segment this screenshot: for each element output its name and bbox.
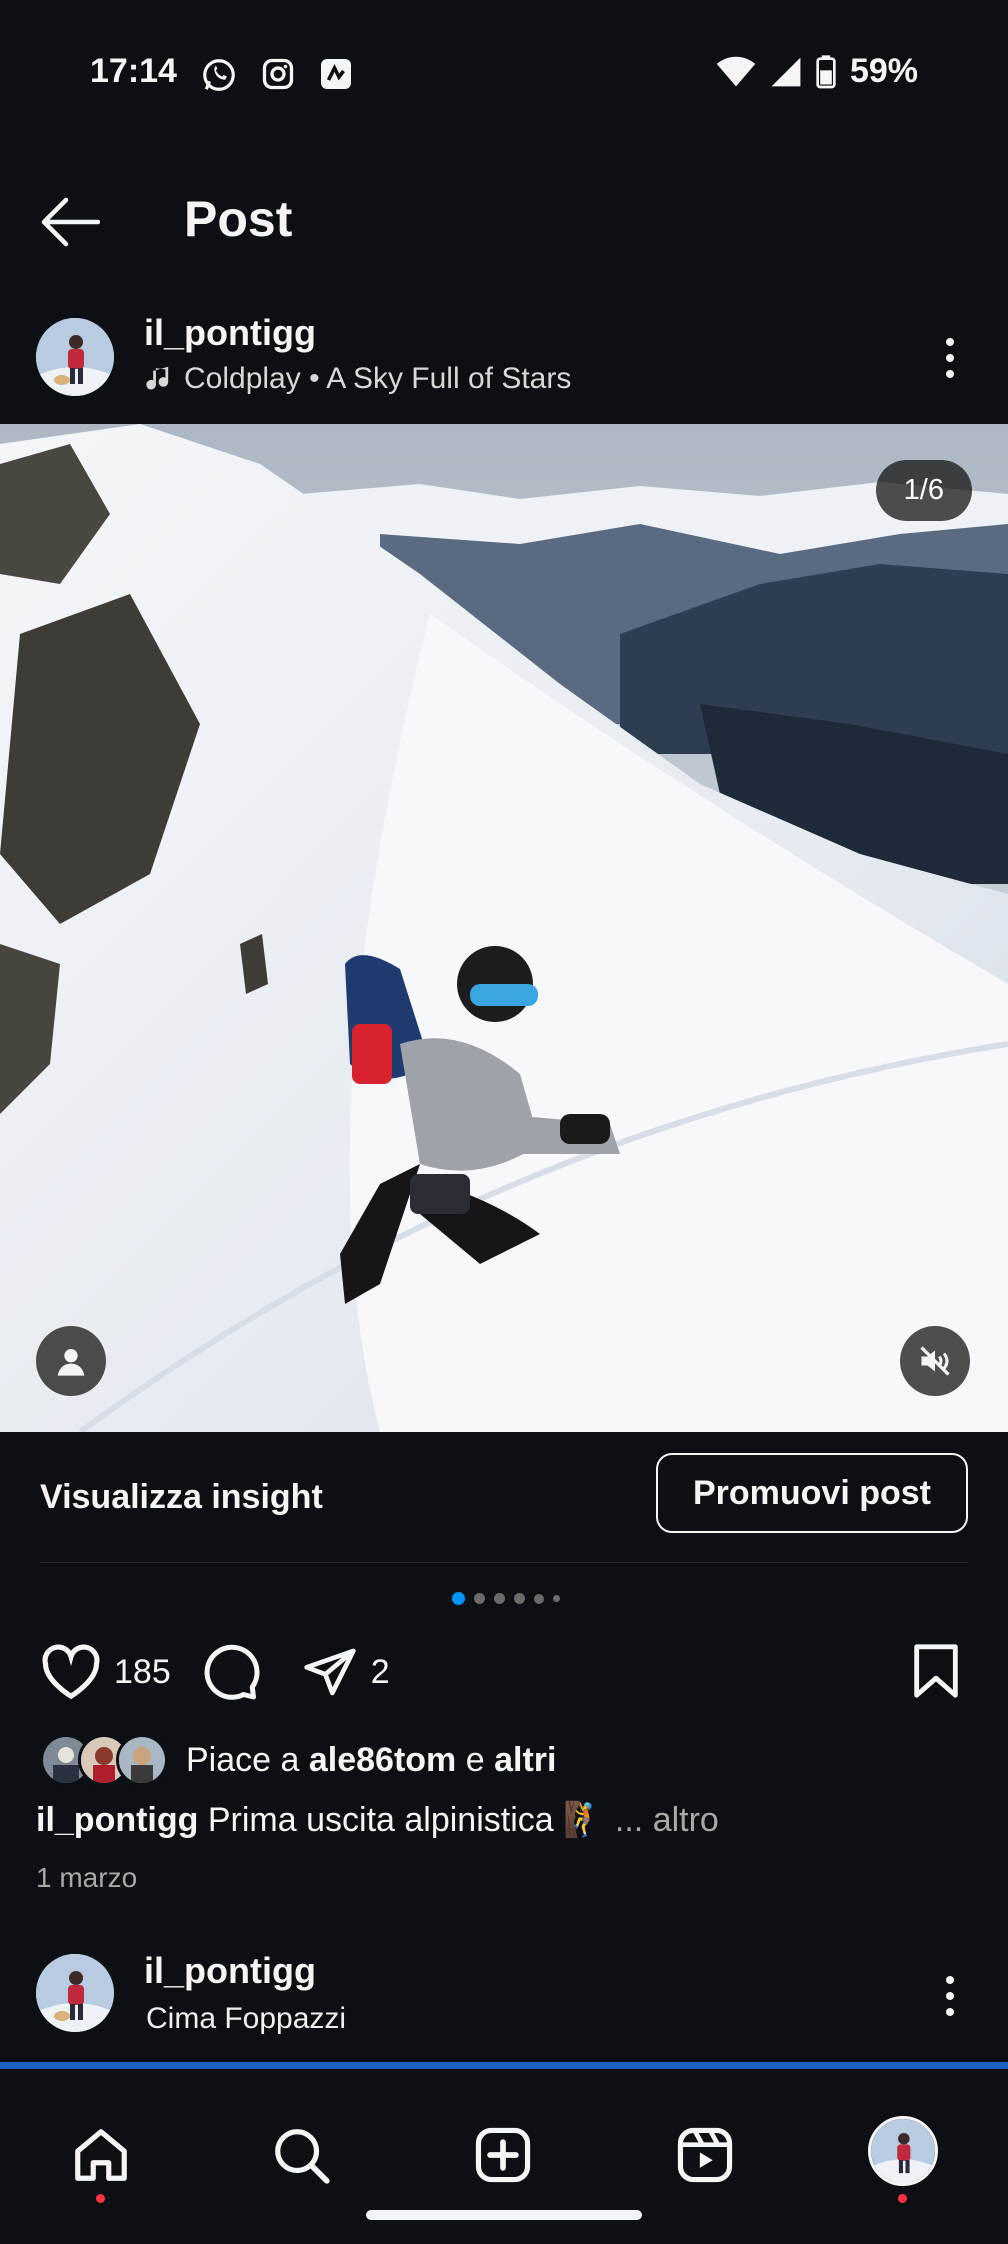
next-post-location[interactable]: Cima Foppazzi — [146, 2002, 346, 2036]
caption-more-link[interactable]: ... altro — [615, 1801, 719, 1839]
liker-avatar — [116, 1734, 168, 1786]
music-label[interactable]: Coldplay • A Sky Full of Stars — [146, 362, 571, 396]
app-notification-icon — [318, 56, 354, 94]
person-icon — [57, 1349, 85, 1376]
comment-button[interactable] — [201, 1642, 261, 1702]
search-icon — [275, 2129, 330, 2184]
save-button[interactable] — [910, 1642, 962, 1700]
post-username[interactable]: il_pontigg — [144, 312, 316, 354]
battery-icon — [816, 54, 836, 89]
arrow-left-icon — [41, 197, 100, 247]
next-post-username[interactable]: il_pontigg — [144, 1950, 316, 1992]
add-post-icon — [475, 2127, 531, 2183]
carousel-dot — [534, 1593, 544, 1604]
nav-reels[interactable] — [670, 2120, 740, 2190]
shares-count: 2 — [370, 1652, 390, 1691]
wifi-icon — [716, 56, 756, 88]
post-caption: il_pontigg Prima uscita alpinistica 🧗 ..… — [36, 1800, 719, 1840]
more-options-button[interactable] — [946, 338, 954, 378]
nav-home[interactable] — [66, 2120, 136, 2203]
divider — [40, 1562, 968, 1563]
home-icon — [75, 2129, 127, 2181]
music-note-icon — [146, 366, 169, 390]
carousel-dot — [553, 1595, 560, 1602]
post-actions: 185 2 — [40, 1642, 390, 1702]
promote-post-button[interactable]: Promuovi post — [656, 1453, 968, 1533]
share-button[interactable] — [301, 1644, 359, 1700]
tagged-people-button[interactable] — [36, 1326, 106, 1396]
whatsapp-icon — [200, 56, 238, 94]
like-button[interactable] — [40, 1644, 102, 1700]
avatar[interactable] — [36, 318, 114, 396]
liked-by-row[interactable]: Piace a ale86tom e altri — [40, 1734, 556, 1786]
next-post-avatar[interactable] — [36, 1954, 114, 2032]
carousel-dot — [494, 1593, 505, 1604]
carousel-indicator — [452, 1592, 560, 1605]
upload-progress-bar — [0, 2062, 1008, 2069]
carousel-dot — [474, 1593, 485, 1604]
instagram-icon — [260, 56, 296, 94]
nav-search[interactable] — [266, 2120, 336, 2190]
profile-avatar-icon — [868, 2116, 938, 2186]
battery-percent: 59% — [849, 52, 918, 90]
post-date: 1 marzo — [36, 1862, 138, 1893]
carousel-dot — [514, 1593, 525, 1604]
gesture-home-bar[interactable] — [366, 2210, 642, 2220]
likes-count[interactable]: 185 — [114, 1653, 171, 1692]
nav-profile[interactable] — [868, 2116, 938, 2203]
carousel-counter: 1/6 — [875, 460, 972, 521]
paper-plane-icon — [304, 1648, 356, 1696]
post-photo[interactable] — [0, 424, 1008, 1432]
back-button[interactable] — [40, 196, 100, 248]
liked-by-text: Piace a ale86tom e altri — [186, 1740, 557, 1779]
music-text: Coldplay • A Sky Full of Stars — [184, 362, 572, 395]
nav-create[interactable] — [468, 2120, 538, 2190]
notification-dot — [96, 2194, 105, 2203]
status-notification-icons — [200, 56, 354, 94]
bookmark-icon — [914, 1644, 958, 1698]
carousel-dot — [452, 1592, 465, 1605]
reels-icon — [677, 2127, 733, 2183]
speaker-muted-icon — [920, 1346, 950, 1376]
notification-dot — [898, 2194, 907, 2203]
caption-username[interactable]: il_pontigg — [36, 1801, 198, 1839]
comment-icon — [204, 1644, 260, 1700]
mute-button[interactable] — [900, 1326, 970, 1396]
signal-icon — [770, 56, 802, 88]
view-insights-link[interactable]: Visualizza insight — [40, 1478, 323, 1517]
page-title: Post — [184, 191, 293, 247]
status-right: 59% — [716, 52, 918, 91]
heart-icon — [42, 1644, 100, 1700]
status-time: 17:14 — [90, 52, 177, 90]
caption-text: Prima uscita alpinistica 🧗 — [207, 1801, 606, 1839]
next-post-more-button[interactable] — [946, 1976, 954, 2016]
